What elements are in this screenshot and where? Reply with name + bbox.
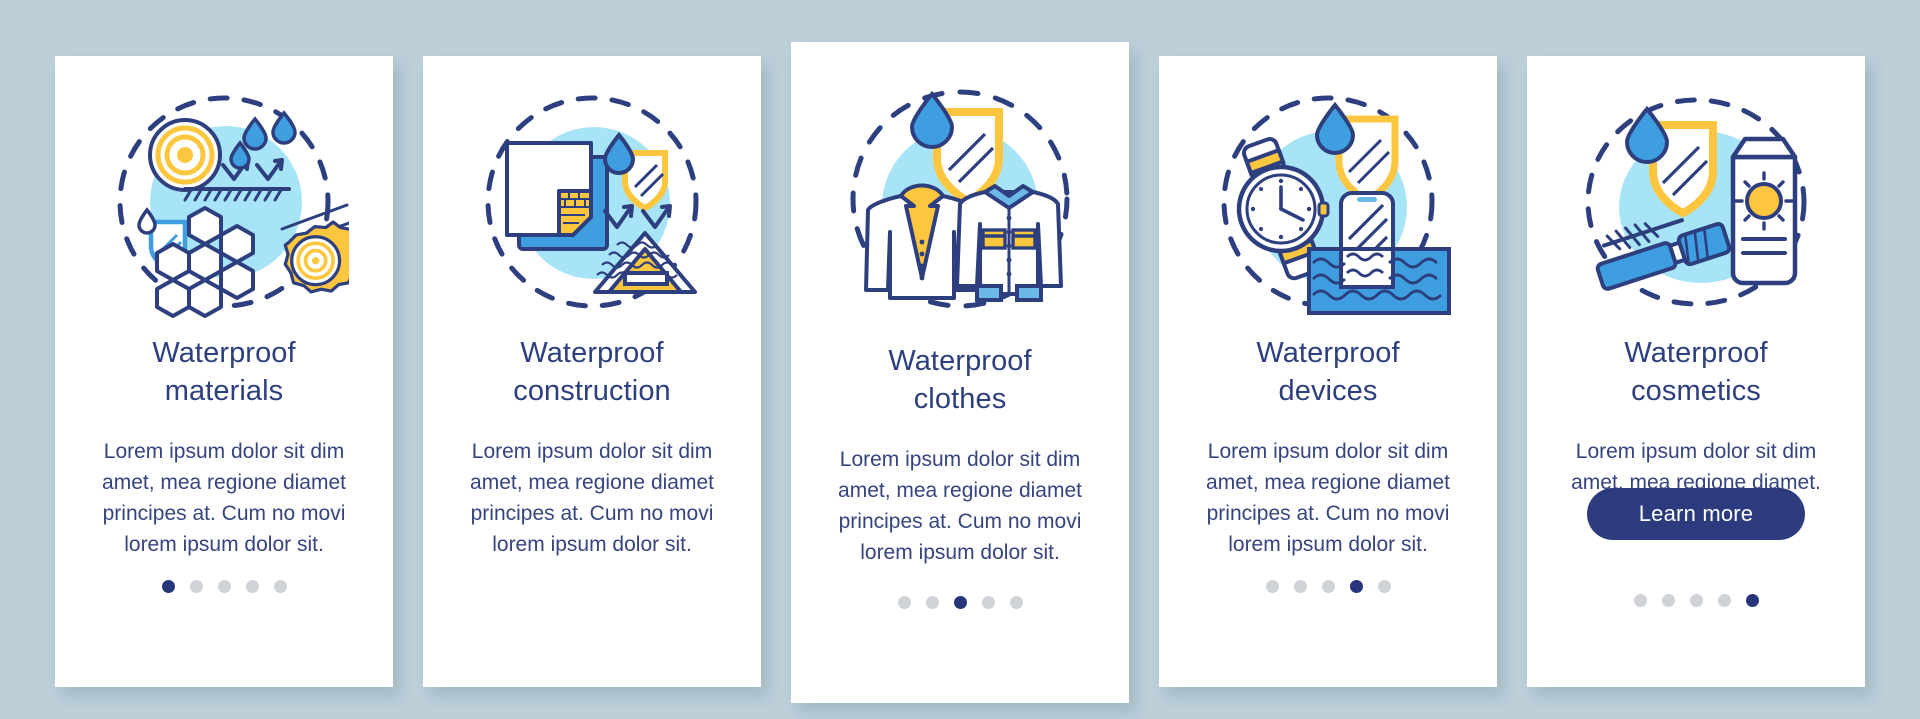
card-title: Waterproof construction: [495, 334, 689, 410]
waterproof-materials-illustration: [55, 56, 393, 334]
onboarding-card-waterproof-construction[interactable]: Waterproof construction Lorem ipsum dolo…: [423, 56, 761, 687]
pagination-dots[interactable]: [791, 596, 1129, 609]
waterproof-cosmetics-illustration: [1527, 56, 1865, 334]
pagination-dot[interactable]: [1661, 594, 1675, 607]
card-title-line2: materials: [164, 375, 284, 407]
onboarding-card-waterproof-materials[interactable]: Waterproof materials Lorem ipsum dolor s…: [55, 56, 393, 687]
pagination-dot[interactable]: [1377, 580, 1391, 593]
card-description: Lorem ipsum dolor sit dim amet, mea regi…: [1206, 440, 1450, 556]
card-title: Waterproof devices: [1238, 334, 1417, 410]
card-description: Lorem ipsum dolor sit dim amet, mea regi…: [838, 448, 1082, 564]
waterproof-devices-illustration: [1159, 56, 1497, 334]
pagination-dot[interactable]: [1717, 594, 1731, 607]
onboarding-card-waterproof-devices[interactable]: Waterproof devices Lorem ipsum dolor sit…: [1159, 56, 1497, 687]
pagination-dots[interactable]: [1527, 594, 1865, 607]
card-title-line2: clothes: [913, 383, 1007, 415]
pagination-dot[interactable]: [1689, 594, 1703, 607]
onboarding-screens-container: Waterproof materials Lorem ipsum dolor s…: [0, 0, 1920, 719]
card-description: Lorem ipsum dolor sit dim amet, mea regi…: [470, 440, 714, 556]
card-title: Waterproof cosmetics: [1606, 334, 1785, 410]
card-title-line1: Waterproof: [1624, 337, 1768, 369]
card-title-line2: construction: [513, 375, 671, 407]
pagination-dot[interactable]: [273, 580, 287, 593]
pagination-dot[interactable]: [1321, 580, 1335, 593]
pagination-dots[interactable]: [1159, 580, 1497, 593]
pagination-dot[interactable]: [981, 596, 995, 609]
card-title-line1: Waterproof: [520, 337, 664, 369]
pagination-dot[interactable]: [161, 580, 175, 593]
pagination-dots[interactable]: [55, 580, 393, 593]
pagination-dot[interactable]: [1293, 580, 1307, 593]
pagination-dot[interactable]: [1009, 596, 1023, 609]
waterproof-construction-illustration: [423, 56, 761, 334]
card-title-line1: Waterproof: [152, 337, 296, 369]
pagination-dot[interactable]: [1349, 580, 1363, 593]
card-title-line1: Waterproof: [888, 345, 1032, 377]
card-description: Lorem ipsum dolor sit dim amet, mea regi…: [102, 440, 346, 556]
pagination-dot[interactable]: [1745, 594, 1759, 607]
card-title-line2: cosmetics: [1631, 375, 1761, 407]
pagination-dot[interactable]: [925, 596, 939, 609]
pagination-dot[interactable]: [953, 596, 967, 609]
card-title: Waterproof materials: [134, 334, 313, 410]
pagination-dot[interactable]: [245, 580, 259, 593]
pagination-dot[interactable]: [1265, 580, 1279, 593]
pagination-dot[interactable]: [189, 580, 203, 593]
card-title-line1: Waterproof: [1256, 337, 1400, 369]
pagination-dot[interactable]: [217, 580, 231, 593]
pagination-dot[interactable]: [1633, 594, 1647, 607]
pagination-dot[interactable]: [897, 596, 911, 609]
card-title-line2: devices: [1278, 375, 1378, 407]
card-title: Waterproof clothes: [870, 342, 1049, 418]
onboarding-card-waterproof-cosmetics[interactable]: Waterproof cosmetics Lorem ipsum dolor s…: [1527, 56, 1865, 687]
onboarding-card-waterproof-clothes[interactable]: Waterproof clothes Lorem ipsum dolor sit…: [791, 42, 1129, 703]
waterproof-clothes-illustration: [791, 42, 1129, 342]
learn-more-button[interactable]: Learn more: [1586, 488, 1806, 540]
